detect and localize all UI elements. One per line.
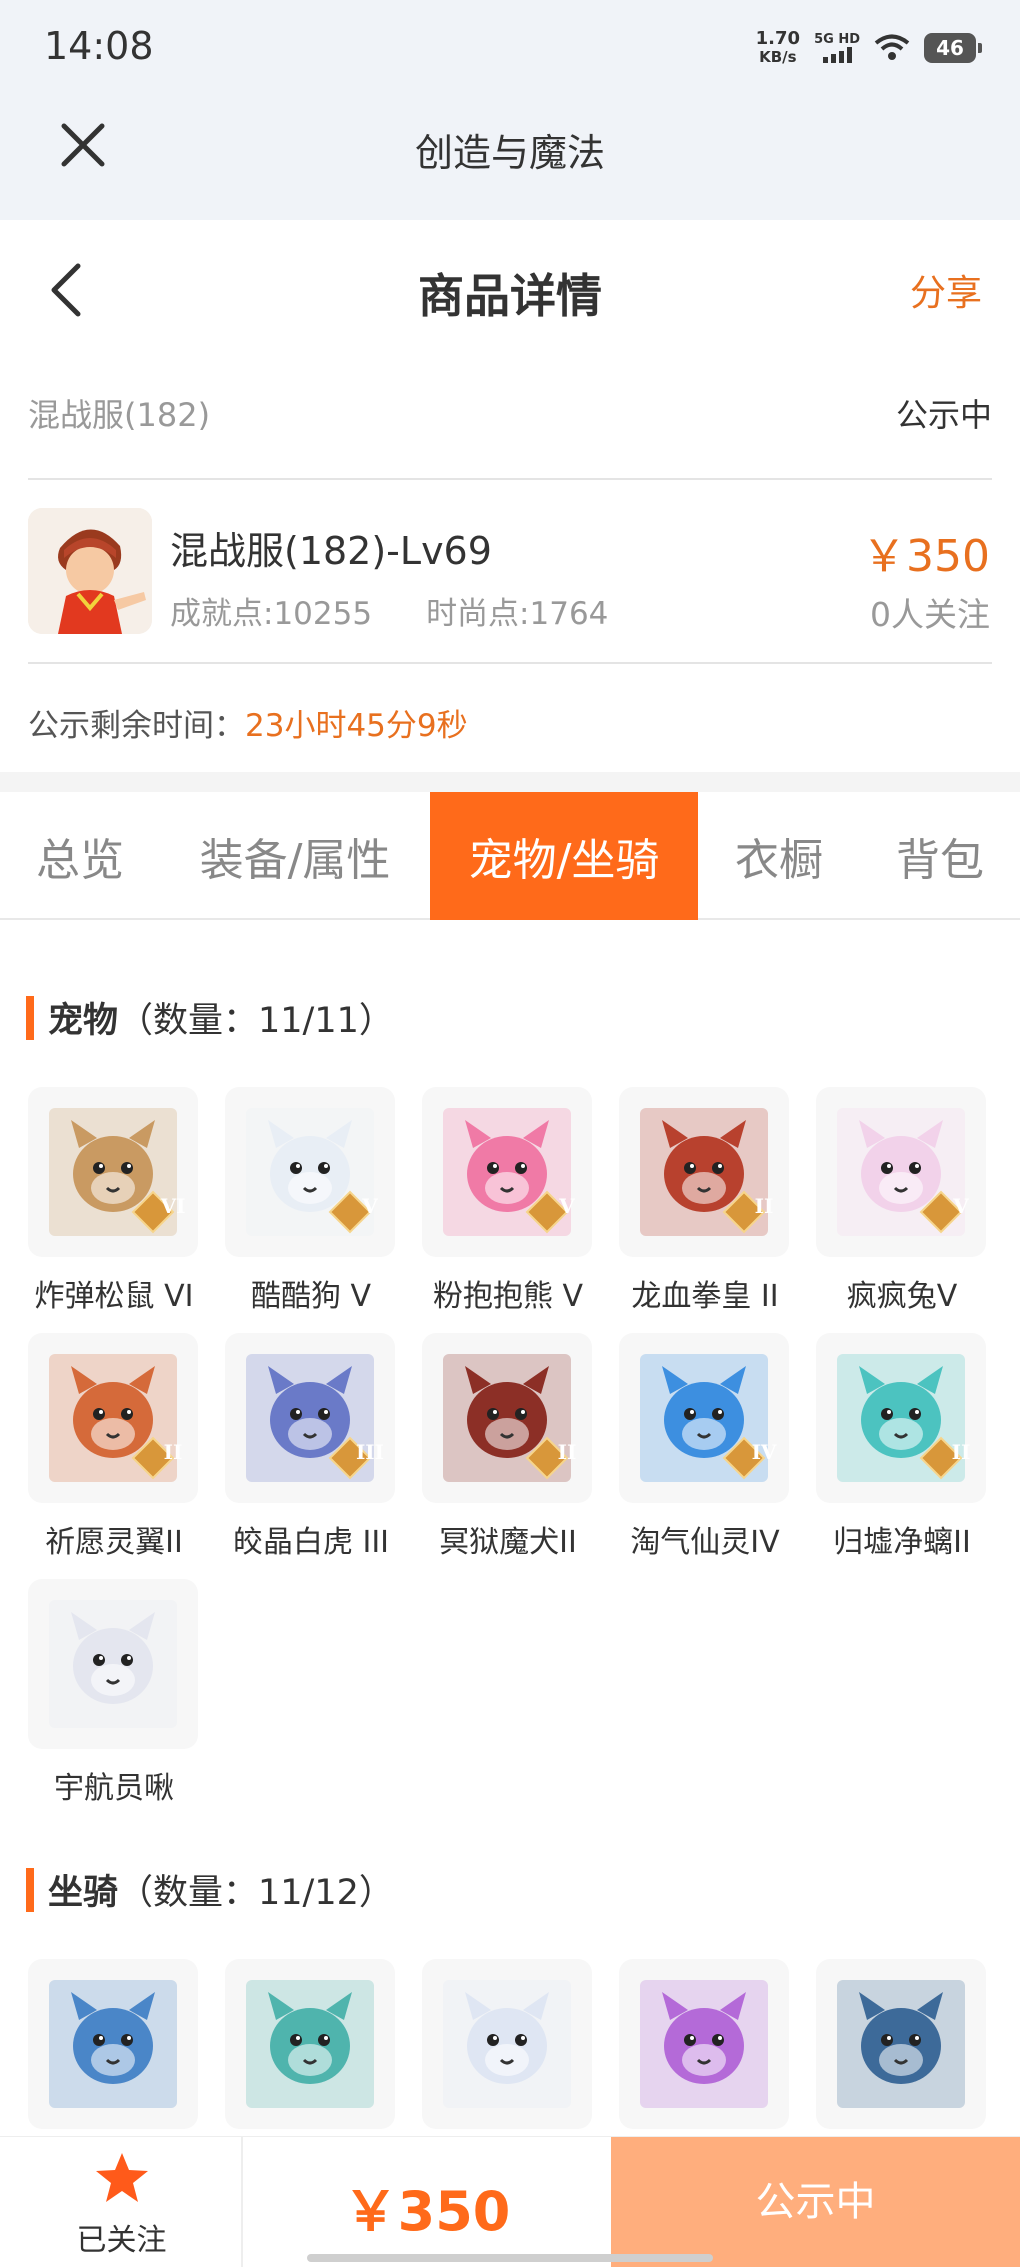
cloud-girl-icon xyxy=(422,1959,592,2129)
character-avatar xyxy=(28,508,152,634)
character-name: 混战服(182)-Lv69 xyxy=(170,529,492,573)
mount-item[interactable] xyxy=(816,1959,988,2129)
tier-badge: II xyxy=(557,1440,577,1464)
squirrel-icon: VI xyxy=(28,1087,198,1257)
wifi-icon xyxy=(874,34,910,60)
public-status-button[interactable]: 公示中 xyxy=(611,2137,1020,2267)
pets-section-title: 宠物 （数量：11/11） xyxy=(26,992,394,1043)
astronaut-icon xyxy=(28,1579,198,1749)
tier-badge: V xyxy=(953,1194,969,1218)
pet-name: 淘气仙灵IV xyxy=(630,1525,780,1560)
pet-item[interactable]: V 疯疯兔V xyxy=(816,1087,988,1315)
star-icon xyxy=(96,2153,148,2202)
pet-item[interactable]: III 皎晶白虎 III xyxy=(225,1333,397,1561)
app-title: 创造与魔法 xyxy=(414,131,605,175)
follow-label: 已关注 xyxy=(76,2223,167,2258)
remaining-time: 公示剩余时间：23小时45分9秒 xyxy=(28,708,468,744)
tier-badge: IV xyxy=(751,1440,777,1464)
pet-name: 皎晶白虎 III xyxy=(232,1525,390,1560)
hellhound-icon: II xyxy=(422,1333,592,1503)
tab-bar: 总览 装备/属性 宠物/坐骑 衣橱 背包 xyxy=(0,792,1020,920)
mount-item[interactable] xyxy=(225,1959,397,2129)
heart-portal-icon xyxy=(619,1959,789,2129)
pet-name: 宇航员啾 xyxy=(54,1771,174,1806)
dog-icon: V xyxy=(225,1087,395,1257)
serpent-icon xyxy=(225,1959,395,2129)
achievement-points: 成就点:10255 xyxy=(170,596,373,632)
tab-wardrobe[interactable]: 衣橱 xyxy=(698,792,860,920)
tier-badge: II xyxy=(163,1440,183,1464)
tier-badge: II xyxy=(754,1194,774,1218)
tier-badge: V xyxy=(559,1194,575,1218)
pet-name: 龙血拳皇 II xyxy=(631,1279,779,1314)
pets-count: （数量：11/11） xyxy=(118,1001,394,1041)
battery-icon: 46 xyxy=(924,33,982,63)
pet-item[interactable]: V 粉抱抱熊 V xyxy=(422,1087,594,1315)
divider xyxy=(28,478,992,480)
pet-item[interactable]: VI 炸弹松鼠 VI xyxy=(28,1087,200,1315)
tier-badge: V xyxy=(362,1194,378,1218)
mounts-section-title: 坐骑 （数量：11/12） xyxy=(26,1864,394,1915)
dark-dragon-icon xyxy=(816,1959,986,2129)
server-name: 混战服(182) xyxy=(28,396,211,434)
pet-item[interactable]: V 酷酷狗 V xyxy=(225,1087,397,1315)
remaining-time-value: 23小时45分9秒 xyxy=(245,708,468,744)
pet-name: 酷酷狗 V xyxy=(250,1279,372,1314)
divider xyxy=(28,662,992,664)
pet-name: 粉抱抱熊 V xyxy=(432,1279,584,1314)
page-header: 商品详情 分享 xyxy=(0,220,1020,360)
tier-badge: II xyxy=(951,1440,971,1464)
mount-item[interactable] xyxy=(619,1959,791,2129)
status-icons: 1.70 KB/s 5G HD 46 xyxy=(755,28,982,68)
character-stats: 成就点:10255 时尚点:1764 xyxy=(170,588,608,633)
mount-item[interactable] xyxy=(28,1959,200,2129)
tab-equipment[interactable]: 装备/属性 xyxy=(160,792,430,920)
page-title: 商品详情 xyxy=(418,269,602,323)
signal-icon: 5G HD xyxy=(814,33,860,63)
share-button[interactable]: 分享 xyxy=(910,264,982,316)
status-time: 14:08 xyxy=(44,24,154,68)
pet-name: 祈愿灵翼II xyxy=(45,1525,183,1560)
tier-badge: III xyxy=(355,1440,385,1464)
tab-backpack[interactable]: 背包 xyxy=(860,792,1020,920)
pet-name: 疯疯兔V xyxy=(846,1279,958,1314)
network-speed: 1.70 KB/s xyxy=(755,28,801,67)
top-bar: 14:08 1.70 KB/s 5G HD 46 创造与魔法 xyxy=(0,0,1020,220)
home-indicator[interactable] xyxy=(307,2254,713,2262)
bottom-bar: 已关注 ￥350 公示中 xyxy=(0,2136,1020,2267)
listing-price: ￥350 xyxy=(862,531,990,582)
blue-dragon-icon xyxy=(28,1959,198,2129)
mounts-count: （数量：11/12） xyxy=(118,1873,394,1913)
mount-item[interactable] xyxy=(422,1959,594,2129)
fashion-points: 时尚点:1764 xyxy=(426,596,609,632)
demon-icon: II xyxy=(619,1087,789,1257)
rabbit-icon: V xyxy=(816,1087,986,1257)
pet-name: 炸弹松鼠 VI xyxy=(34,1279,194,1314)
listing-status: 公示中 xyxy=(895,396,992,434)
tab-pets-mounts[interactable]: 宠物/坐骑 xyxy=(430,792,698,920)
server-row: 混战服(182) 公示中 xyxy=(28,390,992,436)
tier-badge: VI xyxy=(160,1194,186,1218)
pet-item[interactable]: II 归墟净螭II xyxy=(816,1333,988,1561)
water-dragon-icon: II xyxy=(816,1333,986,1503)
pet-item[interactable]: II 冥狱魔犬II xyxy=(422,1333,594,1561)
pet-item[interactable]: 宇航员啾 xyxy=(28,1579,200,1807)
follow-button[interactable]: 已关注 xyxy=(0,2137,243,2267)
sprite-icon: IV xyxy=(619,1333,789,1503)
pet-item[interactable]: IV 淘气仙灵IV xyxy=(619,1333,791,1561)
pet-item[interactable]: II 祈愿灵翼II xyxy=(28,1333,200,1561)
pet-name: 冥狱魔犬II xyxy=(439,1525,577,1560)
tab-overview[interactable]: 总览 xyxy=(0,792,160,920)
pet-name: 归墟净螭II xyxy=(833,1525,971,1560)
tiger-icon: III xyxy=(225,1333,395,1503)
section-gap xyxy=(0,772,1020,792)
griffin-icon: II xyxy=(28,1333,198,1503)
bear-icon: V xyxy=(422,1087,592,1257)
pet-item[interactable]: II 龙血拳皇 II xyxy=(619,1087,791,1315)
follower-count: 0人关注 xyxy=(870,595,990,634)
bottom-price: ￥350 xyxy=(343,2180,511,2243)
